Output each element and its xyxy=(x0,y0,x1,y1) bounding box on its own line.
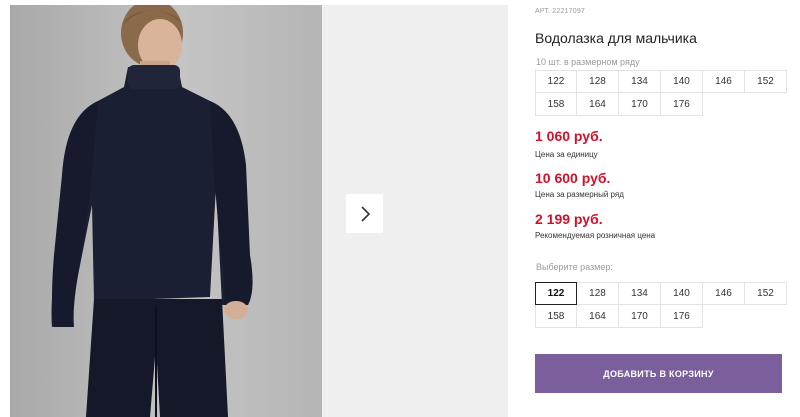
product-title: Водолазка для мальчика xyxy=(535,30,697,46)
pack-size-cell: 170 xyxy=(619,93,661,116)
pack-size-cell: 164 xyxy=(577,93,619,116)
pack-size-cell: 122 xyxy=(535,70,577,93)
size-option[interactable]: 158 xyxy=(535,305,577,328)
size-option[interactable]: 134 xyxy=(619,282,661,305)
size-option[interactable]: 176 xyxy=(661,305,703,328)
sku: АРТ. 22217097 xyxy=(535,8,585,15)
pack-size-cell: 152 xyxy=(745,70,787,93)
pack-size-cell: 128 xyxy=(577,70,619,93)
size-option[interactable]: 152 xyxy=(745,282,787,305)
retail-price: 2 199 руб. xyxy=(535,211,603,227)
pack-size-cell: 134 xyxy=(619,70,661,93)
pack-price-note: Цена за размерный ряд xyxy=(535,190,624,199)
add-to-cart-button[interactable]: ДОБАВИТЬ В КОРЗИНУ xyxy=(535,354,782,393)
pack-size-cell: 176 xyxy=(661,93,703,116)
size-row: 158 164 170 176 xyxy=(535,93,787,116)
chevron-right-icon xyxy=(360,205,370,222)
size-row: 158 164 170 176 xyxy=(535,305,787,328)
size-row: 122 128 134 140 146 152 xyxy=(535,282,787,305)
sku-value: 22217097 xyxy=(552,8,586,15)
size-option[interactable]: 164 xyxy=(577,305,619,328)
pack-price: 10 600 руб. xyxy=(535,170,611,186)
size-row: 122 128 134 140 146 152 xyxy=(535,70,787,93)
pack-size-grid: 122 128 134 140 146 152 158 164 170 176 xyxy=(535,70,787,116)
pack-size-cell: 146 xyxy=(703,70,745,93)
retail-price-note: Рекомендуемая розничная цена xyxy=(535,231,656,240)
pack-size-note: 10 шт. в размерном ряду xyxy=(536,57,640,67)
choose-size-label: Выберите размер: xyxy=(536,262,613,272)
size-picker: 122 128 134 140 146 152 158 164 170 176 xyxy=(535,282,787,328)
size-option[interactable]: 140 xyxy=(661,282,703,305)
sku-label: АРТ. xyxy=(535,8,551,15)
product-gallery xyxy=(10,5,508,417)
pack-size-cell: 158 xyxy=(535,93,577,116)
size-option[interactable]: 122 xyxy=(535,282,577,305)
unit-price-note: Цена за единицу xyxy=(535,150,598,159)
unit-price: 1 060 руб. xyxy=(535,128,603,144)
next-image-button[interactable] xyxy=(346,194,383,233)
size-option[interactable]: 128 xyxy=(577,282,619,305)
size-option[interactable]: 146 xyxy=(703,282,745,305)
pack-size-cell: 140 xyxy=(661,70,703,93)
product-photo xyxy=(10,5,322,417)
size-option[interactable]: 170 xyxy=(619,305,661,328)
